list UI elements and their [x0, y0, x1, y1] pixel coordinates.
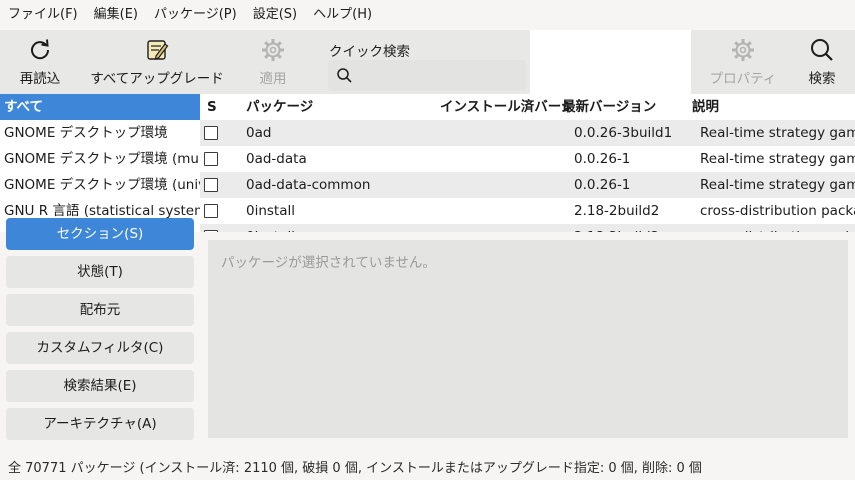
package-name: 0ad-data-common [246, 177, 371, 193]
description: cross-distribution packa [698, 224, 855, 232]
menu-package[interactable]: パッケージ(P) [146, 0, 245, 30]
search-results-button[interactable]: 検索結果(E) [6, 370, 194, 402]
latest-version: 0.0.26-1 [574, 177, 631, 193]
column-installed-version[interactable]: インストール済バージョン [440, 94, 570, 120]
status-filter-button[interactable]: 状態(T) [6, 256, 194, 288]
description: Real-time strategy game [700, 125, 855, 141]
status-cell [200, 172, 240, 198]
installed-version [440, 146, 570, 172]
installed-version [440, 172, 570, 198]
status-cell [200, 146, 240, 172]
category-item[interactable]: GNOME デスクトップ環境 (multi [0, 146, 200, 172]
status-cell [200, 224, 240, 232]
reload-label: 再読込 [19, 71, 61, 87]
column-description[interactable]: 説明 [690, 94, 855, 120]
installed-version [440, 120, 570, 146]
checkbox[interactable] [204, 152, 218, 166]
column-status[interactable]: S [200, 94, 240, 120]
column-package[interactable]: パッケージ [240, 94, 440, 120]
menu-file[interactable]: ファイル(F) [0, 0, 86, 30]
category-item[interactable]: GNOME デスクトップ環境 [0, 120, 200, 146]
gear-icon [732, 39, 754, 61]
description: Real-time strategy game [700, 151, 855, 167]
search-button[interactable]: 検索 [797, 30, 847, 94]
search-icon [337, 68, 352, 83]
table-row[interactable]: 0install-core 2.18-2build2 cross-distrib… [200, 224, 855, 232]
toolbar: 再読込 すべてアップグレード 適用 クイック検索 プロパティ 検索 [0, 30, 855, 94]
quick-search-label: クイック検索 [329, 44, 410, 60]
menu-help[interactable]: ヘルプ(H) [305, 0, 380, 30]
package-name: 0install [246, 203, 295, 219]
sections-button[interactable]: セクション(S) [6, 218, 194, 250]
upgrade-all-icon [147, 40, 169, 60]
latest-version: 0.0.26-1 [574, 151, 631, 167]
latest-version: 2.18-2build2 [570, 224, 698, 232]
reload-button[interactable]: 再読込 [8, 30, 72, 94]
table-row[interactable]: 0install 2.18-2build2 cross-distribution… [200, 198, 855, 224]
table-row[interactable]: 0ad-data 0.0.26-1 Real-time strategy gam… [200, 146, 855, 172]
upgrade-all-button[interactable]: すべてアップグレード [88, 30, 226, 94]
properties-button[interactable]: プロパティ [703, 30, 783, 94]
checkbox[interactable] [204, 126, 218, 140]
reload-icon [31, 39, 50, 60]
gear-icon [262, 39, 284, 61]
installed-version [440, 198, 570, 224]
upgrade-all-label: すべてアップグレード [90, 71, 224, 87]
apply-label: 適用 [259, 71, 287, 87]
package-name: 0ad-data [246, 151, 307, 167]
column-latest-version[interactable]: 最新バージョン [562, 94, 690, 120]
category-item[interactable]: すべて [0, 94, 200, 120]
category-list: すべて GNOME デスクトップ環境 GNOME デスクトップ環境 (multi… [0, 94, 200, 232]
apply-button[interactable]: 適用 [242, 30, 304, 94]
category-item[interactable]: GNOME デスクトップ環境 (unive [0, 172, 200, 198]
origin-button[interactable]: 配布元 [6, 294, 194, 326]
table-header: S パッケージ インストール済バージョン 最新バージョン 説明 [200, 94, 855, 120]
description: Real-time strategy game [700, 177, 855, 193]
table-row[interactable]: 0ad-data-common 0.0.26-1 Real-time strat… [200, 172, 855, 198]
no-package-selected-message: パッケージが選択されていません。 [221, 255, 436, 271]
package-table: S パッケージ インストール済バージョン 最新バージョン 説明 0ad 0.0.… [200, 94, 855, 232]
search-label: 検索 [808, 71, 836, 87]
status-cell [200, 120, 240, 146]
status-bar: 全 70771 パッケージ (インストール済: 2110 個, 破損 0 個, … [8, 461, 702, 476]
latest-version: 0.0.26-3build1 [574, 125, 673, 141]
package-name: 0install-core [240, 224, 440, 232]
menubar: ファイル(F) 編集(E) パッケージ(P) 設定(S) ヘルプ(H) [0, 0, 855, 30]
menu-settings[interactable]: 設定(S) [245, 0, 305, 30]
quick-search: クイック検索 [328, 30, 528, 94]
status-cell [200, 198, 240, 224]
latest-version: 2.18-2build2 [574, 203, 660, 219]
quick-search-input[interactable] [328, 60, 526, 91]
table-row[interactable]: 0ad 0.0.26-3build1 Real-time strategy ga… [200, 120, 855, 146]
checkbox[interactable] [204, 230, 218, 232]
package-details-pane: パッケージが選択されていません。 [208, 240, 848, 438]
description: cross-distribution packa [700, 203, 855, 219]
architecture-button[interactable]: アーキテクチャ(A) [6, 408, 194, 440]
checkbox[interactable] [204, 178, 218, 192]
package-name: 0ad [246, 125, 272, 141]
toolbar-spacer [530, 30, 691, 94]
search-icon [811, 39, 833, 61]
menu-edit[interactable]: 編集(E) [86, 0, 146, 30]
installed-version [440, 224, 570, 232]
checkbox[interactable] [204, 204, 218, 218]
properties-label: プロパティ [709, 71, 777, 87]
custom-filter-button[interactable]: カスタムフィルタ(C) [6, 332, 194, 364]
